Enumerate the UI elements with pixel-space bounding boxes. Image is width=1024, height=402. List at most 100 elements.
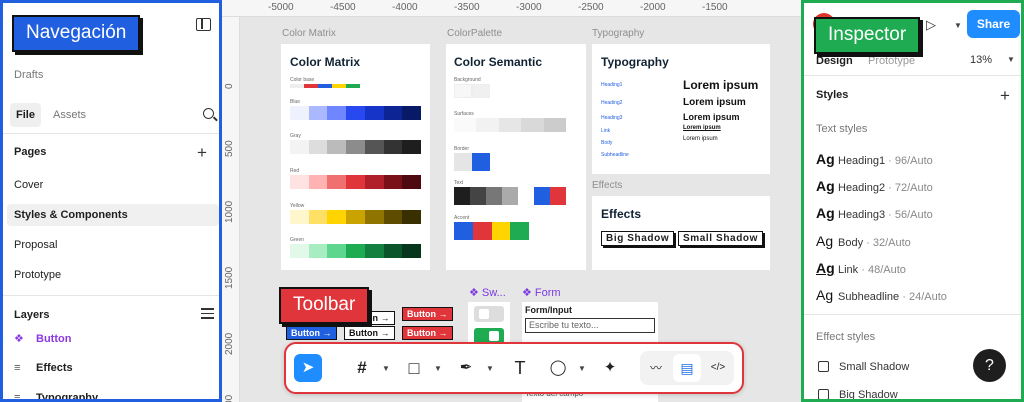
- style-name: Heading2: [838, 182, 886, 194]
- zoom-level[interactable]: 13%: [970, 54, 992, 66]
- dev-mode-button[interactable]: </>: [704, 354, 732, 382]
- type-sample: Lorem ipsum: [683, 78, 759, 92]
- effects-frame[interactable]: Effects Big Shadow Small Shadow: [592, 196, 770, 270]
- layer-list-icon[interactable]: [201, 308, 214, 319]
- row-label: Green: [290, 237, 304, 243]
- type-label: Link: [601, 128, 611, 134]
- page-label: Prototype: [14, 269, 62, 281]
- text-style-item[interactable]: Ag Heading1 · 96/Auto: [816, 151, 933, 167]
- layer-item-typography[interactable]: ≡ Typography: [14, 390, 98, 399]
- style-meta: · 56/Auto: [888, 209, 933, 221]
- tab-prototype[interactable]: Prototype: [868, 55, 915, 67]
- chevron-down-icon[interactable]: ▼: [382, 364, 390, 373]
- type-sample: Lorem ipsum: [683, 97, 746, 108]
- chevron-down-icon[interactable]: ▼: [1007, 55, 1015, 64]
- text-tool[interactable]: T: [506, 354, 534, 382]
- switch-frame[interactable]: [468, 302, 510, 346]
- effect-style-item[interactable]: Big Shadow: [818, 388, 898, 399]
- page-item-prototype[interactable]: Prototype: [7, 264, 219, 286]
- chevron-down-icon[interactable]: ▼: [578, 364, 586, 373]
- code-icon: </>: [710, 362, 726, 373]
- chevron-down-icon[interactable]: ▼: [434, 364, 442, 373]
- text-style-item[interactable]: Ag Heading2 · 72/Auto: [816, 178, 933, 194]
- row-label: Text: [454, 180, 464, 186]
- page-label: Cover: [14, 179, 44, 191]
- color-matrix-frame[interactable]: Color Matrix Color base Blue Gray Red Ye…: [281, 44, 430, 270]
- form-component-label[interactable]: ❖ Form: [522, 286, 561, 299]
- layer-item-effects[interactable]: ≡ Effects: [14, 360, 73, 376]
- typography-frame[interactable]: Typography Heading1 Heading2 Heading3 Li…: [592, 44, 770, 174]
- form-input-frame[interactable]: Form/Input Escribe tu texto...: [522, 302, 658, 342]
- style-name: Heading1: [838, 155, 886, 167]
- add-page-icon[interactable]: +: [197, 144, 207, 161]
- ai-tool[interactable]: ✦: [596, 354, 624, 382]
- design-canvas[interactable]: -5000 -4500 -4000 -3500 -3000 -2500 -200…: [222, 0, 801, 402]
- page-label: Proposal: [14, 239, 58, 251]
- help-button[interactable]: ?: [973, 349, 1006, 382]
- page-item-proposal[interactable]: Proposal: [7, 234, 219, 256]
- text-style-item[interactable]: Ag Body · 32/Auto: [816, 233, 911, 249]
- sidebar-toggle-icon[interactable]: [196, 18, 211, 31]
- search-icon[interactable]: [203, 108, 214, 119]
- tab-file[interactable]: File: [10, 103, 41, 127]
- yellow-swatches: [290, 210, 422, 224]
- chevron-down-icon[interactable]: ▼: [486, 364, 494, 373]
- pen-tool[interactable]: ✒: [452, 354, 480, 382]
- design-mode-button[interactable]: ▤: [673, 354, 701, 382]
- color-base-swatches: [290, 84, 360, 88]
- text-style-item[interactable]: Ag Heading3 · 56/Auto: [816, 205, 933, 221]
- frame-tool[interactable]: #: [348, 354, 376, 382]
- border-swatches: [454, 153, 490, 171]
- annotation-navegacion: Navegación: [12, 15, 141, 52]
- project-location[interactable]: Drafts: [14, 69, 43, 81]
- ruler-tick: 2500: [224, 395, 235, 402]
- type-label: Subheadline: [601, 152, 629, 158]
- button-sample: Button →: [344, 326, 395, 340]
- frame-label[interactable]: Color Matrix: [282, 28, 336, 39]
- background-swatches: [454, 84, 490, 98]
- button-sample: Button →: [286, 326, 337, 340]
- pages-title: Pages: [14, 146, 47, 158]
- color-palette-frame[interactable]: Color Semantic Background Surfaces Borde…: [446, 44, 586, 270]
- style-meta: · 32/Auto: [866, 237, 911, 249]
- ruler-tick: 0: [224, 83, 235, 89]
- effect-styles-title: Effect styles: [816, 331, 876, 343]
- page-item-cover[interactable]: Cover: [7, 174, 219, 196]
- tab-assets[interactable]: Assets: [53, 103, 86, 127]
- frame-icon: #: [357, 358, 367, 377]
- switch-component-label[interactable]: ❖ Sw...: [469, 286, 506, 299]
- effect-style-item[interactable]: Small Shadow: [818, 360, 909, 374]
- ruler-tick: 500: [224, 140, 235, 157]
- draw-icon: 〰: [649, 361, 662, 375]
- style-meta: · 96/Auto: [888, 155, 933, 167]
- green-swatches: [290, 244, 422, 258]
- type-label: Body: [601, 140, 613, 146]
- frame-label[interactable]: ColorPalette: [447, 28, 502, 39]
- chevron-down-icon[interactable]: ▼: [954, 21, 962, 30]
- layer-item-button[interactable]: ❖ Button: [14, 331, 71, 347]
- vertical-ruler: 0 500 1000 1500 2000 2500: [222, 17, 240, 402]
- text-style-item[interactable]: Ag Subheadline · 24/Auto: [816, 287, 947, 303]
- draw-mode-button[interactable]: 〰: [642, 354, 670, 382]
- text-icon: T: [514, 358, 526, 378]
- text-style-icon: Ag: [816, 205, 835, 221]
- move-tool[interactable]: ➤: [294, 354, 322, 382]
- add-style-icon[interactable]: +: [1000, 87, 1010, 104]
- frame-label[interactable]: Effects: [592, 180, 622, 191]
- row-label: Red: [290, 168, 300, 174]
- ruler-tick: -3500: [454, 2, 480, 13]
- share-button[interactable]: Share: [967, 10, 1020, 38]
- style-name: Body: [838, 237, 864, 249]
- ruler-tick: -4500: [330, 2, 356, 13]
- ruler-tick: 1500: [224, 266, 235, 289]
- text-style-item[interactable]: Ag Link · 48/Auto: [816, 260, 906, 276]
- page-item-styles-components[interactable]: Styles & Components: [7, 204, 219, 226]
- frame-label[interactable]: Typography: [592, 28, 644, 39]
- styles-title: Styles: [816, 89, 849, 101]
- present-icon[interactable]: ▷: [926, 17, 936, 33]
- comment-tool[interactable]: ◯: [544, 354, 572, 382]
- page-label: Styles & Components: [14, 209, 128, 221]
- rectangle-tool[interactable]: □: [400, 354, 428, 382]
- tab-design[interactable]: Design: [816, 55, 853, 67]
- annotation-toolbar: Toolbar: [279, 287, 370, 324]
